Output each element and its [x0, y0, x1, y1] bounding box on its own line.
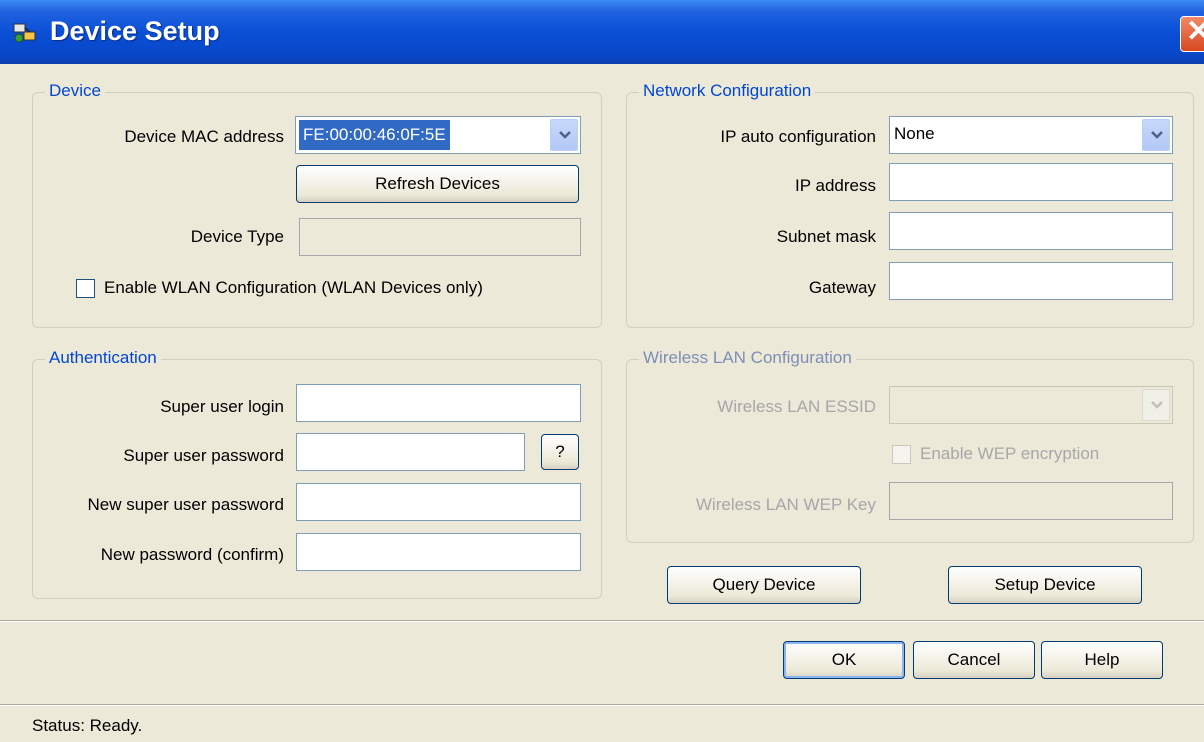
- setup-device-button[interactable]: Setup Device: [948, 566, 1142, 604]
- mac-address-label: Device MAC address: [124, 127, 284, 146]
- super-user-login-input[interactable]: [296, 384, 581, 422]
- wireless-essid-dropdown-button[interactable]: [1142, 389, 1170, 421]
- enable-wep-label[interactable]: Enable WEP encryption: [920, 444, 1099, 464]
- query-device-button[interactable]: Query Device: [667, 566, 861, 604]
- super-user-password-label: Super user password: [123, 446, 284, 465]
- ip-auto-config-select[interactable]: None: [889, 116, 1173, 154]
- wireless-essid-label: Wireless LAN ESSID: [717, 397, 876, 416]
- ip-address-label: IP address: [795, 176, 876, 195]
- close-button[interactable]: ✕: [1180, 15, 1204, 52]
- password-help-button[interactable]: ?: [541, 434, 579, 470]
- status-text: Status: Ready.: [32, 716, 143, 735]
- mac-dropdown-button[interactable]: [550, 119, 578, 151]
- new-password-confirm-label: New password (confirm): [100, 545, 284, 564]
- wireless-wep-key-input[interactable]: [889, 482, 1173, 520]
- device-setup-window: Device Setup ✕ Device Device MAC address…: [0, 0, 1204, 742]
- mac-address-select[interactable]: FE:00:00:46:0F:5E: [295, 116, 581, 154]
- new-super-user-password-label: New super user password: [87, 495, 284, 514]
- authentication-legend: Authentication: [45, 348, 161, 368]
- network-config-legend: Network Configuration: [639, 81, 816, 101]
- ip-address-input[interactable]: [889, 163, 1173, 201]
- ip-auto-dropdown-button[interactable]: [1142, 119, 1170, 151]
- chevron-down-icon: [559, 131, 571, 139]
- network-devices-icon: [13, 23, 36, 43]
- new-super-user-password-input[interactable]: [296, 483, 581, 521]
- device-legend: Device: [45, 81, 105, 101]
- enable-wlan-label[interactable]: Enable WLAN Configuration (WLAN Devices …: [104, 278, 483, 298]
- mac-address-value: FE:00:00:46:0F:5E: [299, 120, 450, 150]
- status-bar: Status: Ready.: [0, 706, 1204, 742]
- cancel-button[interactable]: Cancel: [913, 641, 1035, 679]
- ok-button[interactable]: OK: [783, 641, 905, 679]
- ip-auto-config-label: IP auto configuration: [720, 127, 876, 146]
- wireless-wep-key-label: Wireless LAN WEP Key: [695, 495, 876, 514]
- device-type-field: [299, 218, 581, 256]
- window-title: Device Setup: [50, 16, 220, 46]
- wireless-essid-select[interactable]: [889, 386, 1173, 424]
- gateway-label: Gateway: [808, 278, 876, 297]
- wireless-config-legend: Wireless LAN Configuration: [639, 348, 856, 368]
- refresh-devices-button[interactable]: Refresh Devices: [296, 165, 579, 203]
- dialog-separator: [0, 620, 1204, 622]
- subnet-mask-label: Subnet mask: [776, 227, 876, 246]
- super-user-login-label: Super user login: [160, 397, 284, 416]
- chevron-down-icon: [1151, 131, 1163, 139]
- help-button[interactable]: Help: [1041, 641, 1163, 679]
- close-icon: ✕: [1186, 15, 1204, 48]
- super-user-password-input[interactable]: [296, 433, 525, 471]
- enable-wlan-checkbox[interactable]: [76, 279, 95, 298]
- new-password-confirm-input[interactable]: [296, 533, 581, 571]
- ip-auto-config-value: None: [894, 124, 935, 143]
- subnet-mask-input[interactable]: [889, 212, 1173, 250]
- device-type-label: Device Type: [190, 227, 284, 246]
- title-bar[interactable]: Device Setup ✕: [0, 0, 1204, 64]
- chevron-down-icon: [1151, 401, 1163, 409]
- gateway-input[interactable]: [889, 262, 1173, 300]
- enable-wep-checkbox[interactable]: [892, 445, 911, 464]
